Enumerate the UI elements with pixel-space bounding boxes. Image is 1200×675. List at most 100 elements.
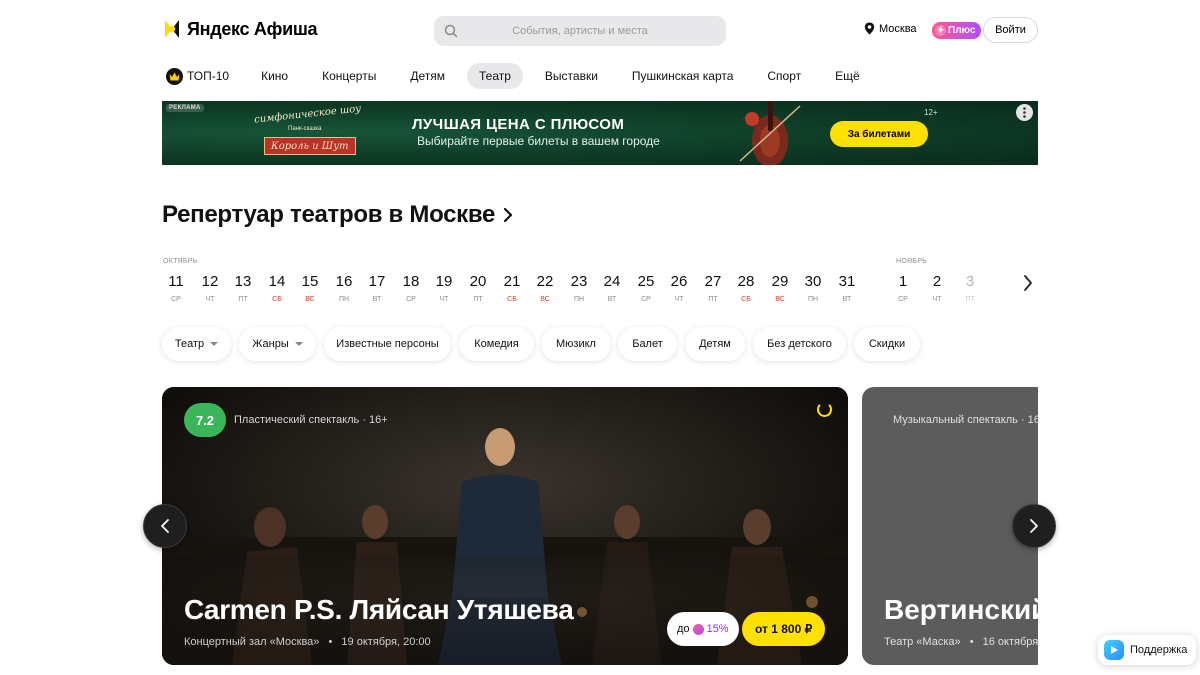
discount-value: 15% [706,623,729,635]
nav-item-theater[interactable]: Театр [466,63,523,89]
search-input[interactable] [434,16,726,46]
dropdown-caret-icon [210,342,219,346]
plus-discount-badge: до 15% [667,612,739,646]
event-genre: Пластический спектакль · 16+ [234,414,388,426]
calendar-day[interactable]: 18 СР [397,272,425,304]
calendar-day[interactable]: 27 ПТ [699,272,727,304]
more-options-icon[interactable] [1016,104,1033,121]
calendar-day[interactable]: 31 ВТ [833,272,861,304]
login-button[interactable]: Войти [983,17,1038,43]
filter-kids[interactable]: Детям [685,327,745,361]
calendar-day[interactable]: 25 СР [632,272,660,304]
nav-item-top10[interactable]: ТОП-10 [162,63,241,89]
ad-headline: ЛУЧШАЯ ЦЕНА С ПЛЮСОМ [412,116,625,133]
filter-discounts[interactable]: Скидки [854,327,920,361]
calendar-day[interactable]: 20 ПТ [464,272,492,304]
search-bar[interactable] [434,16,726,46]
ad-cta-button[interactable]: За билетами [830,121,928,147]
calendar-day-weekday: ВТ [607,296,617,303]
discount-prefix: до [677,623,690,635]
calendar-day[interactable]: 28 СБ [732,272,760,304]
calendar-day[interactable]: 2 ЧТ [923,272,951,304]
calendar-day[interactable]: 17 ВТ [363,272,391,304]
ad-banner[interactable]: РЕКЛАМА симфоническое шоу Панк-сказка Ко… [162,101,1038,165]
event-date: 19 октября, 20:00 [341,636,431,648]
event-title: Вертинский [884,594,1038,625]
buy-ticket-button[interactable]: от 1 800 ₽ [742,612,826,646]
filter-ballet[interactable]: Балет [618,327,677,361]
calendar-day[interactable]: 26 ЧТ [665,272,693,304]
support-button[interactable]: Поддержка [1098,635,1197,665]
ad-brand-logo: симфоническое шоу Панк-сказка Король и Ш… [250,103,372,159]
city-selector[interactable]: Москва [864,22,917,35]
calendar-next-button[interactable] [1018,272,1038,294]
calendar-day[interactable]: 21 СБ [498,272,526,304]
calendar-day-number: 13 [234,273,252,290]
calendar-day-number: 29 [771,273,789,290]
calendar-day-number: 12 [201,273,219,290]
calendar-day[interactable]: 1 СР [889,272,917,304]
calendar-day-weekday: СР [641,296,651,303]
calendar-day[interactable]: 3 ПТ [956,272,984,304]
ad-label: РЕКЛАМА [166,104,204,112]
calendar-day[interactable]: 16 ПН [330,272,358,304]
calendar-day-number: 16 [335,273,353,290]
calendar-day[interactable]: 15 ВС [296,272,324,304]
violin-illustration [739,101,801,165]
event-title: Carmen P.S. Ляйсан Утяшева [184,594,574,625]
chevron-right-icon [503,207,513,223]
nav-item-exhibitions[interactable]: Выставки [533,63,610,89]
calendar-day-number: 26 [670,273,688,290]
section-title-link[interactable]: Репертуар театров в Москве [162,201,513,229]
filter-famous-persons[interactable]: Известные персоны [324,327,451,361]
filter-label: Театр [174,338,205,350]
nav-item-sport[interactable]: Спорт [755,63,813,89]
event-card[interactable]: 7.2 Пластический спектакль · 16+ Carmen … [162,387,848,665]
plus-badge[interactable]: ✦ Плюс [932,22,981,39]
location-pin-icon [864,22,875,35]
calendar-day-weekday: ВС [305,296,315,303]
calendar-day[interactable]: 12 ЧТ [196,272,224,304]
nav-item-concerts[interactable]: Концерты [310,63,388,89]
calendar-day[interactable]: 22 ВС [531,272,559,304]
ad-brand-line1: симфоническое шоу [253,103,362,126]
calendar-day-number: 3 [965,273,975,290]
nav-item-kids[interactable]: Детям [398,63,457,89]
filter-theater[interactable]: Театр [162,327,231,361]
calendar-day[interactable]: 29 ВС [766,272,794,304]
carousel-next-button[interactable] [1012,504,1056,548]
calendar-day-weekday: ВТ [372,296,382,303]
calendar-day-weekday: ЧТ [674,296,684,303]
calendar-day-weekday: ПН [807,296,819,303]
nav-item-more[interactable]: Ещё [823,63,872,89]
logo[interactable]: Яндекс Афиша [162,18,318,40]
ad-brand-name: Король и Шут [264,137,356,155]
event-genre: Музыкальный спектакль · 16+ [893,414,1038,426]
nav-item-pushkin-card[interactable]: Пушкинская карта [620,63,745,89]
event-venue: Театр «Маска» [884,636,961,648]
calendar-day-weekday: ВС [775,296,785,303]
month-label-october: ОКТЯБРЬ [163,258,198,265]
filter-musical[interactable]: Мюзикл [541,327,611,361]
calendar-day[interactable]: 24 ВТ [598,272,626,304]
calendar-day[interactable]: 14 СБ [263,272,291,304]
calendar-day[interactable]: 30 ПН [799,272,827,304]
calendar-day[interactable]: 11 СР [162,272,190,304]
filter-comedy[interactable]: Комедия [459,327,534,361]
filter-no-kids[interactable]: Без детского [753,327,846,361]
calendar-day-weekday: СР [898,296,908,303]
ad-subline: Выбирайте первые билеты в вашем городе [417,134,660,148]
calendar-day-number: 19 [435,273,453,290]
loading-spinner-icon [817,402,832,417]
chevron-right-icon [1024,275,1032,291]
main-nav: ТОП-10 Кино Концерты Детям Театр Выставк… [162,63,872,89]
section-title: Репертуар театров в Москве [162,201,496,228]
filter-label: Жанры [252,338,289,350]
filter-genres[interactable]: Жанры [239,327,316,361]
nav-item-kino[interactable]: Кино [249,63,300,89]
calendar-day[interactable]: 23 ПН [565,272,593,304]
calendar-day-weekday: ПТ [473,296,483,303]
calendar-day[interactable]: 13 ПТ [229,272,257,304]
calendar-day[interactable]: 19 ЧТ [430,272,458,304]
carousel-prev-button[interactable] [143,504,187,548]
